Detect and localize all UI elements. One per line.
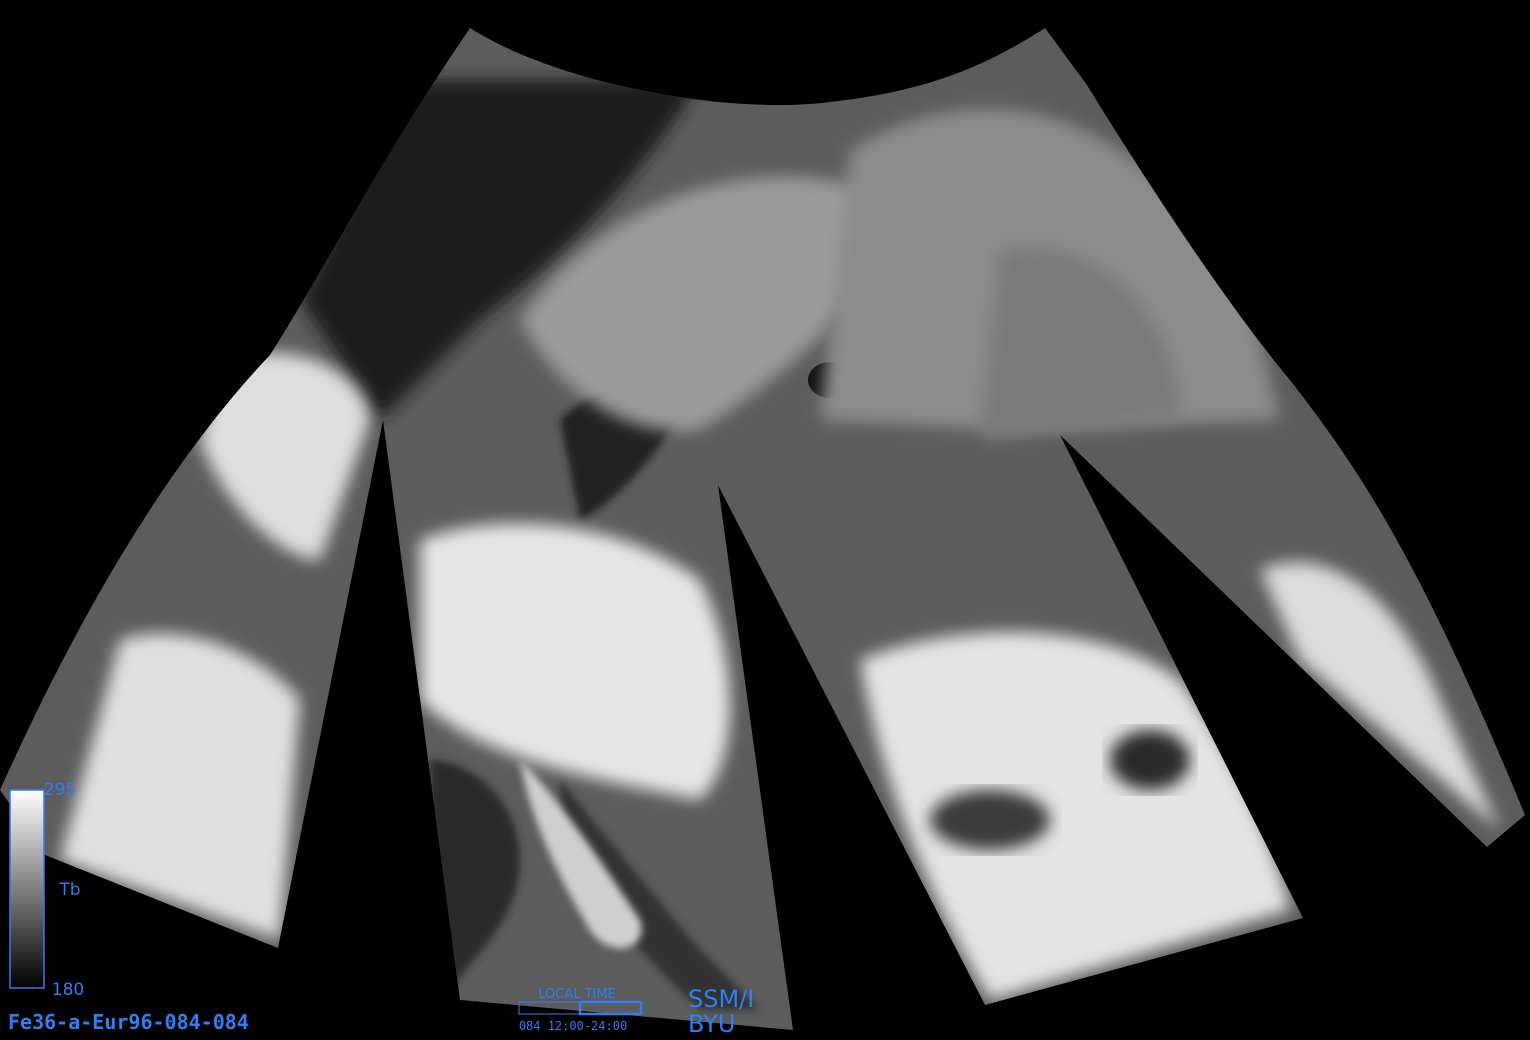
local-time-range: 084 12:00-24:00 [519, 1019, 627, 1033]
swath-imagery [0, 28, 1525, 1030]
satellite-scene: 295 Tb 180 Fe36-a-Eur96-084-084 LOCAL TI… [0, 28, 1525, 1038]
local-time-title: LOCAL TIME [538, 987, 616, 1002]
colorbar-gradient [9, 789, 45, 989]
sensor-label: SSM/I [688, 985, 754, 1013]
colorbar-quantity-label: Tb [58, 880, 80, 900]
institution-label: BYU [688, 1010, 735, 1038]
colorbar-min-label: 180 [52, 980, 84, 1000]
image-filename: Fe36-a-Eur96-084-084 [8, 1010, 249, 1034]
colorbar-max-label: 295 [44, 780, 76, 800]
